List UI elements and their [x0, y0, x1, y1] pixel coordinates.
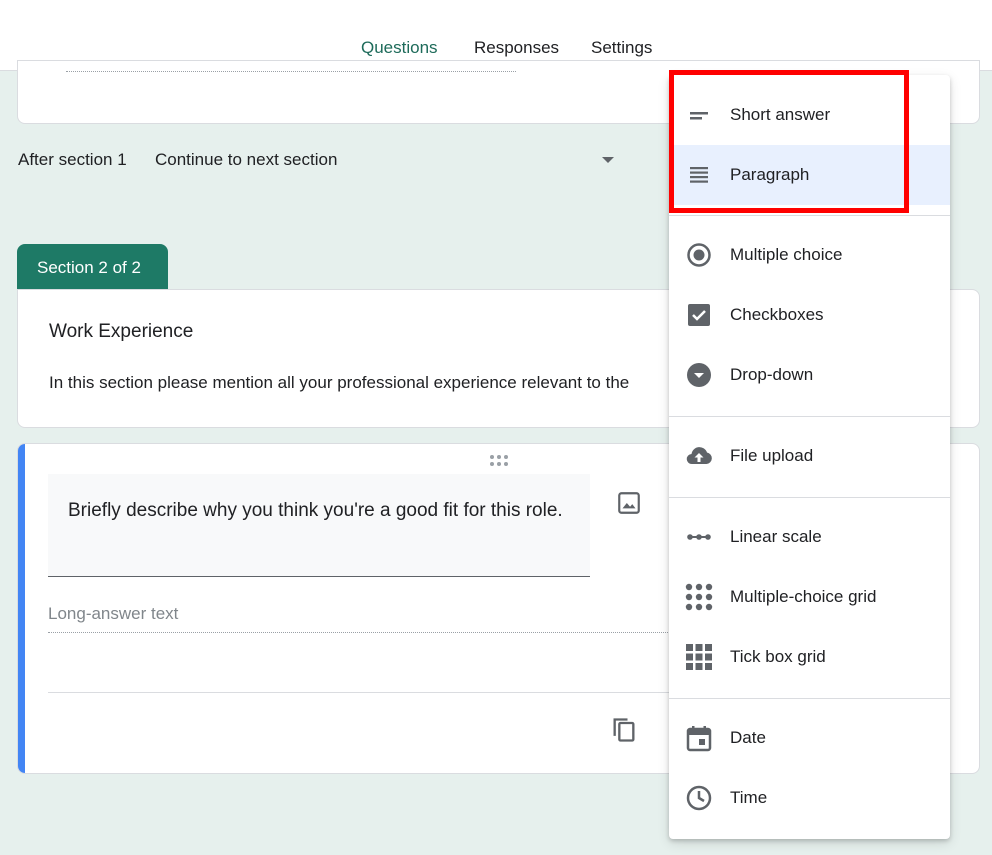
menu-item-label: Time	[730, 788, 768, 807]
dot-grid-icon	[685, 583, 713, 611]
chevron-down-icon[interactable]	[602, 157, 614, 163]
checkbox-icon	[688, 304, 710, 326]
menu-item-time[interactable]: Time	[669, 768, 950, 828]
question-title-input[interactable]: Briefly describe why you think you're a …	[48, 474, 590, 577]
question-type-menu: Short answer Paragraph Multiple choice C…	[669, 75, 950, 839]
menu-item-label: Tick box grid	[730, 647, 826, 666]
active-card-accent	[18, 444, 25, 773]
menu-item-date[interactable]: Date	[669, 708, 950, 768]
menu-item-tick-box-grid[interactable]: Tick box grid	[669, 627, 950, 687]
menu-item-label: Multiple-choice grid	[730, 587, 877, 606]
clock-icon	[686, 785, 712, 811]
menu-item-linear-scale[interactable]: Linear scale	[669, 507, 950, 567]
radio-icon	[687, 243, 711, 267]
menu-divider	[669, 497, 950, 498]
menu-item-checkboxes[interactable]: Checkboxes	[669, 285, 950, 345]
section-navigation-select[interactable]: Continue to next section	[155, 150, 337, 170]
duplicate-icon[interactable]	[610, 715, 638, 745]
menu-item-label: Paragraph	[730, 165, 810, 184]
paragraph-icon	[690, 167, 708, 183]
section-description[interactable]: In this section please mention all your …	[49, 373, 629, 393]
menu-item-label: Drop-down	[730, 365, 814, 384]
menu-item-multiple-choice[interactable]: Multiple choice	[669, 225, 950, 285]
section-badge: Section 2 of 2	[17, 244, 168, 290]
square-grid-icon	[686, 644, 712, 670]
menu-item-drop-down[interactable]: Drop-down	[669, 345, 950, 405]
calendar-icon	[686, 726, 712, 752]
menu-item-file-upload[interactable]: File upload	[669, 426, 950, 486]
menu-item-multiple-choice-grid[interactable]: Multiple-choice grid	[669, 567, 950, 627]
answer-line	[66, 71, 516, 72]
menu-item-short-answer[interactable]: Short answer	[669, 85, 950, 145]
card-footer-divider	[48, 692, 678, 693]
after-section-label: After section 1	[18, 150, 127, 169]
tab-settings[interactable]: Settings	[591, 38, 652, 58]
dropdown-icon	[687, 363, 711, 387]
menu-item-label: Checkboxes	[730, 305, 824, 324]
image-icon[interactable]	[616, 490, 642, 516]
tab-responses[interactable]: Responses	[474, 38, 559, 58]
answer-line	[48, 632, 678, 633]
cloud-upload-icon	[686, 447, 712, 465]
menu-item-label: Multiple choice	[730, 245, 843, 264]
long-answer-placeholder: Long-answer text	[48, 604, 179, 623]
menu-item-label: File upload	[730, 446, 814, 465]
menu-item-paragraph[interactable]: Paragraph	[669, 145, 950, 205]
drag-handle-icon[interactable]	[488, 454, 512, 468]
menu-item-label: Linear scale	[730, 527, 822, 546]
linear-scale-icon	[687, 534, 711, 540]
menu-divider	[669, 416, 950, 417]
menu-item-label: Short answer	[730, 105, 831, 124]
menu-item-label: Date	[730, 728, 766, 747]
menu-divider	[669, 215, 950, 216]
menu-divider	[669, 698, 950, 699]
short-answer-icon	[690, 112, 708, 120]
section-title[interactable]: Work Experience	[49, 321, 193, 343]
tab-questions[interactable]: Questions	[361, 38, 438, 58]
